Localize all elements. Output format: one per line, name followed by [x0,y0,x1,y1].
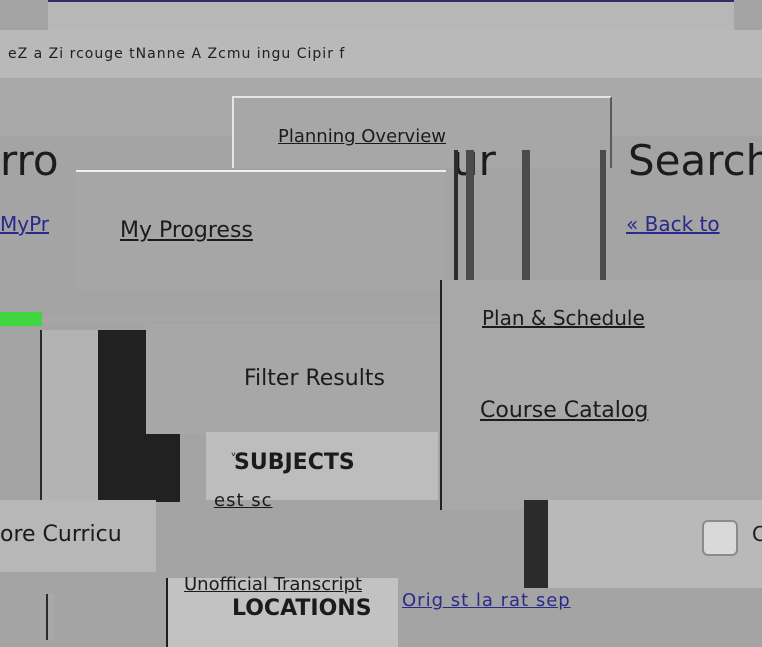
scroll-marker [46,594,54,640]
my-progress-left-link[interactable]: MyPr [0,212,49,236]
dark-column [524,500,548,588]
bottom-fragment: Orig st la rat sep [402,590,571,611]
filter-results-title: Filter Results [244,366,385,391]
breadcrumb: eZ a Zi rcouge tNanne A Zcmu ingu Cipir … [0,30,762,78]
checkbox-icon[interactable] [702,520,738,556]
decor-bar [522,150,530,280]
core-curriculum-label: ore Curricu [0,522,122,547]
top-panel [48,0,734,32]
subjects-label[interactable]: SUBJECTS [234,450,355,475]
chevron-left-double-icon: « [626,212,639,236]
planning-overview-link[interactable]: Planning Overview [278,126,446,147]
accent-mark [0,312,42,326]
checkbox-label-fragment: C [752,522,762,546]
left-column [40,330,98,528]
back-link-label: Back to [644,212,720,236]
divider [454,150,458,290]
decor-bar [466,150,474,280]
my-progress-link[interactable]: My Progress [120,218,253,243]
unofficial-transcript-link[interactable]: Unofficial Transcript [184,574,362,595]
decor-bar [600,150,606,280]
fragment-text: est sc [214,490,273,511]
course-catalog-link[interactable]: Course Catalog [480,398,648,423]
heading-left-fragment: rro [0,136,59,185]
heading-right-fragment: Search [628,136,762,185]
plan-schedule-link[interactable]: Plan & Schedule [482,306,645,330]
locations-label[interactable]: LOCATIONS [232,596,372,621]
breadcrumb-text: eZ a Zi rcouge tNanne A Zcmu ingu Cipir … [8,46,346,62]
back-link[interactable]: « Back to [626,212,720,236]
